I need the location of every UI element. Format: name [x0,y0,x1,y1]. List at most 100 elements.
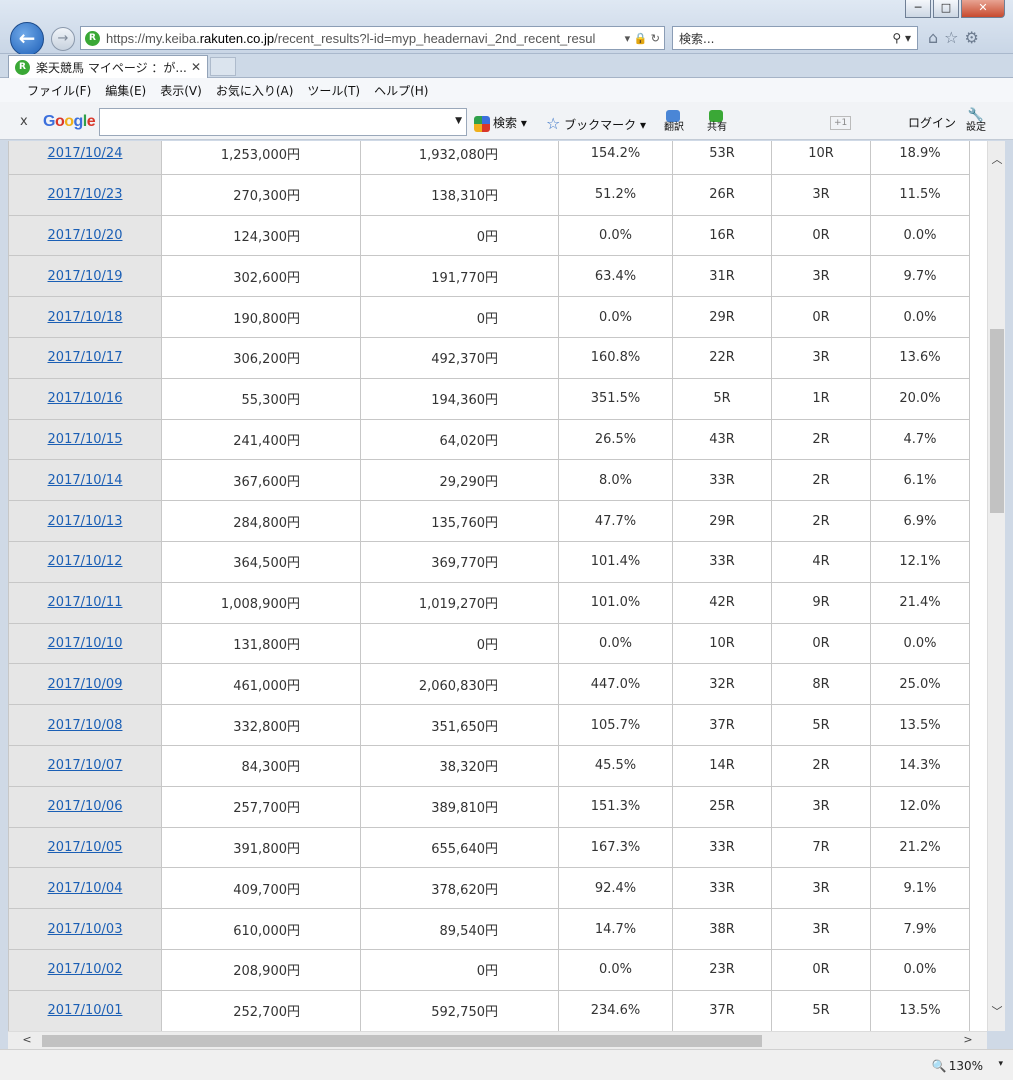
hit-count-cell: 3R [771,173,871,216]
google-search-input[interactable]: ▼ [99,108,467,136]
bookmark-button[interactable]: ☆ ブックマーク ▾ [546,114,646,133]
hit-rate-cell: 12.0% [870,785,970,828]
settings-button[interactable]: 🔧 設定 [966,109,986,133]
plus-one-button[interactable]: +1 [830,116,852,130]
menu-bar: ファイル(F) 編集(E) 表示(V) お気に入り(A) ツール(T) ヘルプ(… [0,78,1013,102]
home-icon[interactable]: ⌂ [928,28,938,47]
address-bar[interactable]: R https://my.keiba.rakuten.co.jp/recent_… [80,26,665,50]
date-link[interactable]: 2017/10/14 [48,473,123,488]
window-controls: ─ □ ✕ [903,0,1005,18]
date-link-cell: 2017/10/16 [8,377,162,420]
menu-help[interactable]: ヘルプ(H) [369,80,433,101]
tab-close-icon[interactable]: ✕ [191,60,201,74]
return-rate-cell: 47.7% [558,500,673,542]
google-search-button[interactable]: 検索 ▾ [474,114,527,132]
horizontal-scrollbar[interactable]: < > [8,1031,987,1049]
vertical-scrollbar[interactable]: ︿ ﹀ [987,141,1005,1031]
bet-amount-cell: 55,300円 [161,377,361,420]
new-tab-button[interactable] [210,57,236,76]
date-link[interactable]: 2017/10/02 [48,962,123,977]
date-link[interactable]: 2017/10/17 [48,350,123,365]
forward-button[interactable]: → [51,27,75,51]
hit-count: 0R [812,227,830,243]
payout-amount: 38,320円 [439,760,499,776]
zoom-level[interactable]: 🔍 130% [932,1059,983,1073]
horizontal-scroll-thumb[interactable] [42,1035,762,1047]
payout-amount: 492,370円 [431,352,498,368]
date-link[interactable]: 2017/10/09 [48,677,123,692]
gear-icon[interactable]: ⚙ [965,28,979,47]
race-count-cell: 33R [672,867,772,910]
race-count: 53R [709,146,735,162]
bet-amount-cell: 124,300円 [161,214,361,257]
url-text[interactable]: https://my.keiba.rakuten.co.jp/recent_re… [106,31,621,46]
return-rate: 154.2% [590,146,641,162]
date-link[interactable]: 2017/10/13 [48,514,123,529]
back-button[interactable]: ← [10,22,44,56]
date-link[interactable]: 2017/10/15 [48,432,123,447]
menu-favorites[interactable]: お気に入り(A) [211,80,299,101]
scroll-right-icon[interactable]: > [959,1033,977,1046]
bet-amount: 391,800円 [233,841,300,857]
date-link[interactable]: 2017/10/05 [48,840,123,855]
date-link[interactable]: 2017/10/16 [48,391,123,406]
tab-keiba-mypage[interactable]: R 楽天競馬 マイページ ：が... ✕ [8,55,208,78]
date-link[interactable]: 2017/10/23 [48,187,123,202]
date-link[interactable]: 2017/10/04 [48,881,123,896]
date-link-cell: 2017/10/08 [8,704,162,746]
date-link[interactable]: 2017/10/12 [48,554,123,569]
vertical-scroll-thumb[interactable] [990,329,1004,513]
race-count-cell: 33R [672,459,772,502]
hit-rate-cell: 9.1% [870,867,970,910]
menu-edit[interactable]: 編集(E) [100,80,151,101]
race-count-cell: 23R [672,948,772,991]
zoom-dropdown-icon[interactable]: ▾ [998,1059,1003,1069]
date-link[interactable]: 2017/10/08 [48,718,123,733]
bet-amount-cell: 131,800円 [161,622,361,665]
close-window-button[interactable]: ✕ [961,0,1005,18]
bet-amount-cell: 257,700円 [161,785,361,828]
address-actions-icon[interactable]: ▾ 🔒 ↻ [625,32,660,45]
login-link[interactable]: ログイン [908,114,956,131]
chevron-down-icon[interactable]: ▼ [455,116,462,126]
date-link-cell: 2017/10/11 [8,581,162,624]
bet-amount-cell: 1,008,900円 [161,581,361,624]
date-link[interactable]: 2017/10/07 [48,758,123,773]
scroll-left-icon[interactable]: < [18,1033,36,1046]
date-link[interactable]: 2017/10/01 [48,1003,123,1018]
maximize-button[interactable]: □ [933,0,959,18]
browser-search-input[interactable]: 検索... ⚲ ▾ [672,26,918,50]
date-link[interactable]: 2017/10/11 [48,595,123,610]
payout-amount: 592,750円 [431,1005,498,1021]
share-button[interactable]: 共有 [707,110,727,133]
date-link[interactable]: 2017/10/06 [48,799,123,814]
date-link[interactable]: 2017/10/10 [48,636,123,651]
search-icon[interactable]: ⚲ ▾ [892,31,911,45]
hit-count: 3R [812,268,830,284]
date-link[interactable]: 2017/10/03 [48,922,123,937]
scroll-up-icon[interactable]: ︿ [988,151,1006,169]
hit-rate: 20.0% [899,391,941,407]
return-rate: 447.0% [590,676,641,692]
date-link[interactable]: 2017/10/20 [48,228,123,243]
minimize-button[interactable]: ─ [905,0,931,18]
hit-rate: 18.9% [899,146,941,162]
google-toolbar-close-icon[interactable]: x [20,114,28,129]
bet-amount-cell: 208,900円 [161,948,361,991]
date-link[interactable]: 2017/10/18 [48,310,123,325]
table-row: 2017/10/03 610,000円 89,540円 14.7% 38R 3R 7.9% [8,908,970,950]
payout-amount-cell: 592,750円 [360,989,559,1031]
table-row: 2017/10/18 190,800円 0円 0.0% 29R 0R 0.0% [8,296,970,338]
scroll-down-icon[interactable]: ﹀ [988,1003,1006,1021]
date-link[interactable]: 2017/10/19 [48,269,123,284]
browser-title-bar: ─ □ ✕ ← → R https://my.keiba.rakuten.co.… [0,0,1013,56]
menu-view[interactable]: 表示(V) [155,80,207,101]
favorites-star-icon[interactable]: ☆ [944,28,958,47]
menu-tools[interactable]: ツール(T) [302,80,365,101]
date-link[interactable]: 2017/10/24 [48,146,123,161]
menu-file[interactable]: ファイル(F) [22,80,96,101]
payout-amount-cell: 369,770円 [360,540,559,583]
translate-button[interactable]: 翻訳 [664,110,684,133]
payout-amount-cell: 351,650円 [360,704,559,746]
hit-rate: 0.0% [903,309,937,325]
